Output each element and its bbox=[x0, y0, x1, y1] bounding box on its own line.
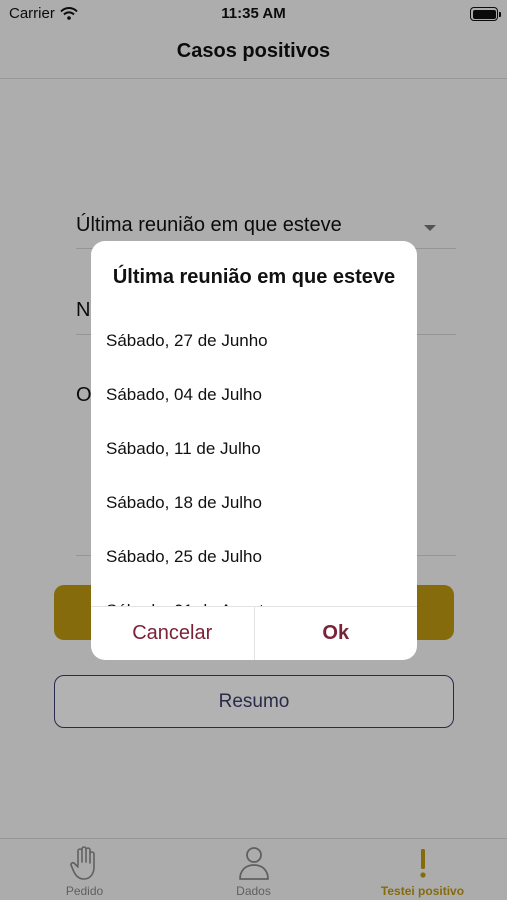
option-item[interactable]: Sábado, 04 de Julho bbox=[91, 368, 417, 422]
option-item[interactable]: Sábado, 11 de Julho bbox=[91, 422, 417, 476]
dialog-actions: Cancelar Ok bbox=[91, 606, 417, 660]
option-item[interactable]: Sábado, 18 de Julho bbox=[91, 476, 417, 530]
ok-button[interactable]: Ok bbox=[255, 607, 418, 660]
app-screen: Carrier 11:35 AM Casos positivos Última … bbox=[0, 0, 507, 900]
cancel-button[interactable]: Cancelar bbox=[91, 607, 255, 660]
option-item[interactable]: Sábado, 27 de Junho bbox=[91, 314, 417, 368]
option-item[interactable]: Sábado, 25 de Julho bbox=[91, 530, 417, 584]
meeting-picker-dialog: Última reunião em que esteve Sábado, 27 … bbox=[91, 241, 417, 660]
dialog-title: Última reunião em que esteve bbox=[112, 266, 396, 288]
option-item[interactable]: Sábado, 01 de Agosto bbox=[91, 584, 417, 606]
option-list[interactable]: Sábado, 27 de Junho Sábado, 04 de Julho … bbox=[91, 314, 417, 606]
